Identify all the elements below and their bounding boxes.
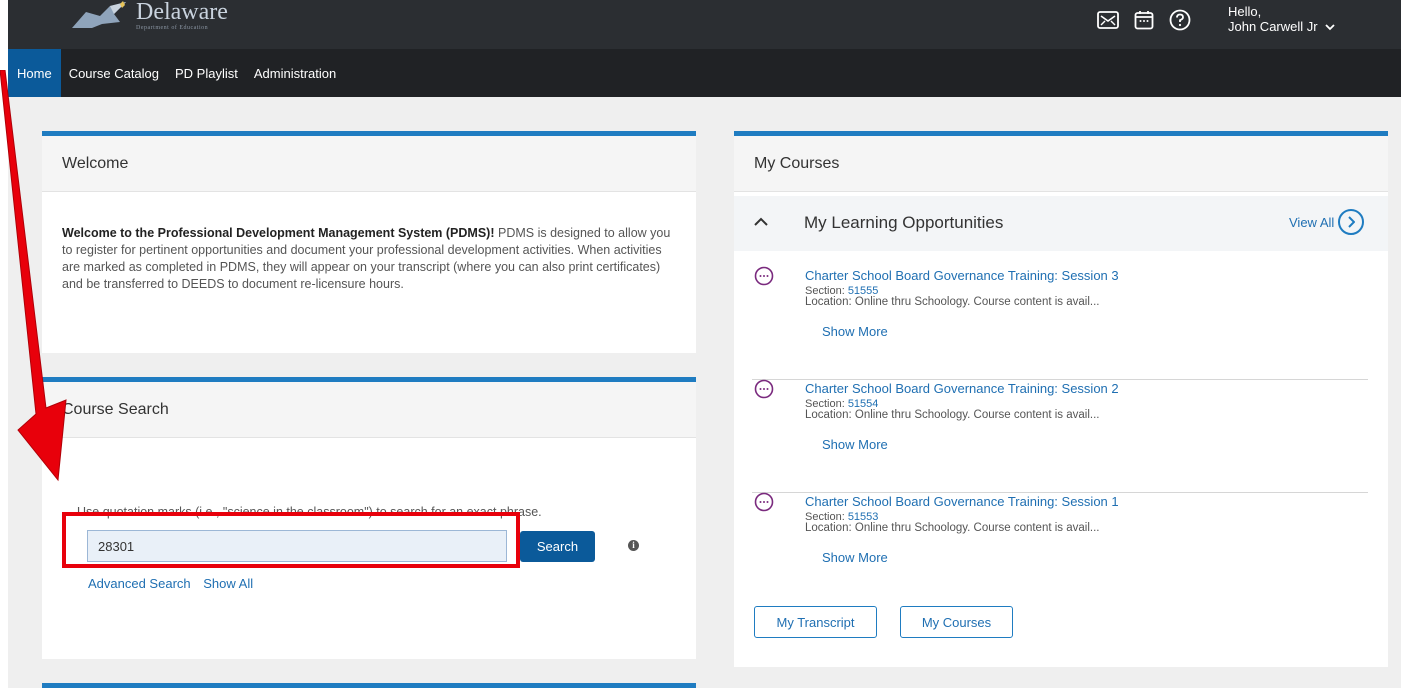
chevron-up-icon[interactable] (754, 217, 768, 226)
show-more-link[interactable]: Show More (822, 324, 888, 339)
learning-opportunities-header: My Learning Opportunities View All (734, 196, 1388, 251)
main-nav: Home Course Catalog PD Playlist Administ… (8, 49, 1401, 97)
more-icon[interactable] (754, 266, 774, 286)
course-title[interactable]: Charter School Board Governance Training… (805, 381, 1119, 396)
calendar-button[interactable] (1131, 7, 1157, 33)
advanced-search-link[interactable]: Advanced Search (88, 576, 191, 591)
welcome-title: Welcome (42, 136, 696, 192)
help-icon (1169, 9, 1191, 31)
view-all-button[interactable]: View All (1289, 209, 1365, 235)
chevron-down-icon (1325, 24, 1335, 31)
course-location: Location: Online thru Schoology. Course … (805, 296, 1100, 308)
search-button[interactable]: Search (520, 531, 595, 562)
show-more-link[interactable]: Show More (822, 437, 888, 452)
greeting: Hello, (1228, 4, 1262, 19)
course-item: Charter School Board Governance Training… (752, 266, 1368, 380)
welcome-text: Welcome to the Professional Development … (42, 192, 696, 293)
nav-administration[interactable]: Administration (246, 49, 344, 97)
annotation-arrow (0, 70, 67, 482)
show-all-link[interactable]: Show All (203, 576, 253, 591)
welcome-lead: Welcome to the Professional Development … (62, 226, 495, 240)
page-frame: Delaware Department of Education Hello, … (8, 0, 1401, 688)
help-button[interactable] (1167, 7, 1193, 33)
view-all-label: View All (1289, 214, 1335, 230)
more-icon[interactable] (754, 492, 774, 512)
nav-pd-playlist[interactable]: PD Playlist (167, 49, 246, 97)
course-item: Charter School Board Governance Training… (752, 492, 1368, 605)
my-courses-title: My Courses (734, 136, 1388, 192)
user-menu[interactable]: Hello, John Carwell Jr (1228, 4, 1335, 34)
course-search-title: Course Search (42, 382, 696, 438)
info-icon[interactable]: i (628, 540, 639, 551)
course-title[interactable]: Charter School Board Governance Training… (805, 494, 1119, 509)
my-courses-panel: My Courses My Learning Opportunities Vie… (734, 131, 1388, 667)
delaware-logo-icon (72, 1, 126, 28)
annotation-highlight-box (62, 512, 520, 568)
welcome-panel: Welcome Welcome to the Professional Deve… (42, 131, 696, 353)
delaware-logo[interactable]: Delaware Department of Education (70, 0, 228, 40)
learning-opportunities-title: My Learning Opportunities (804, 213, 1004, 232)
course-location: Location: Online thru Schoology. Course … (805, 522, 1100, 534)
my-courses-button[interactable]: My Courses (900, 606, 1013, 638)
top-header: Delaware Department of Education Hello, … (8, 0, 1401, 49)
calendar-icon (1134, 11, 1154, 30)
next-panel-edge (42, 683, 696, 688)
course-location: Location: Online thru Schoology. Course … (805, 409, 1100, 421)
show-more-link[interactable]: Show More (822, 550, 888, 565)
course-title[interactable]: Charter School Board Governance Training… (805, 268, 1119, 283)
chevron-right-icon (1348, 216, 1356, 228)
mail-icon (1097, 11, 1119, 29)
mail-button[interactable] (1095, 7, 1121, 33)
my-transcript-button[interactable]: My Transcript (754, 606, 877, 638)
course-item: Charter School Board Governance Training… (752, 379, 1368, 493)
more-icon[interactable] (754, 379, 774, 399)
logo-subtitle: Department of Education (136, 25, 209, 31)
user-name: John Carwell Jr (1228, 19, 1318, 34)
logo-title: Delaware (136, 0, 228, 25)
